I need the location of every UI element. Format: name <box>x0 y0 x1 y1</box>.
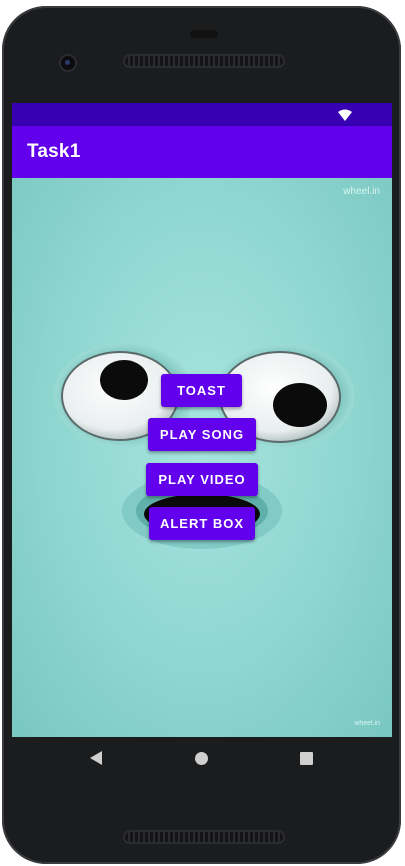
play-video-button[interactable]: PLAY VIDEO <box>146 463 258 496</box>
app-title: Task1 <box>27 141 81 162</box>
wifi-icon <box>338 109 352 121</box>
recents-icon[interactable] <box>300 752 313 765</box>
app-bar: Task1 <box>12 126 392 178</box>
bottom-speaker <box>125 832 283 842</box>
top-slot <box>190 30 218 38</box>
home-icon[interactable] <box>195 752 208 765</box>
play-song-button[interactable]: PLAY SONG <box>148 418 256 451</box>
face-background-image <box>54 343 354 549</box>
alert-box-button[interactable]: ALERT BOX <box>149 507 255 540</box>
navigation-bar <box>12 737 392 781</box>
status-bar <box>12 103 392 126</box>
front-camera <box>61 56 75 70</box>
earpiece-speaker <box>125 56 283 66</box>
device-screen: Task1 wheel.in wheel.in TOAST PLAY SONG … <box>12 103 392 737</box>
watermark-label: wheel.in <box>343 186 380 197</box>
main-content: wheel.in wheel.in TOAST PLAY SONG PLAY V… <box>12 178 392 737</box>
watermark-bottom-label: wheel.in <box>354 720 380 727</box>
back-icon[interactable] <box>90 751 102 765</box>
toast-button[interactable]: TOAST <box>161 374 242 407</box>
